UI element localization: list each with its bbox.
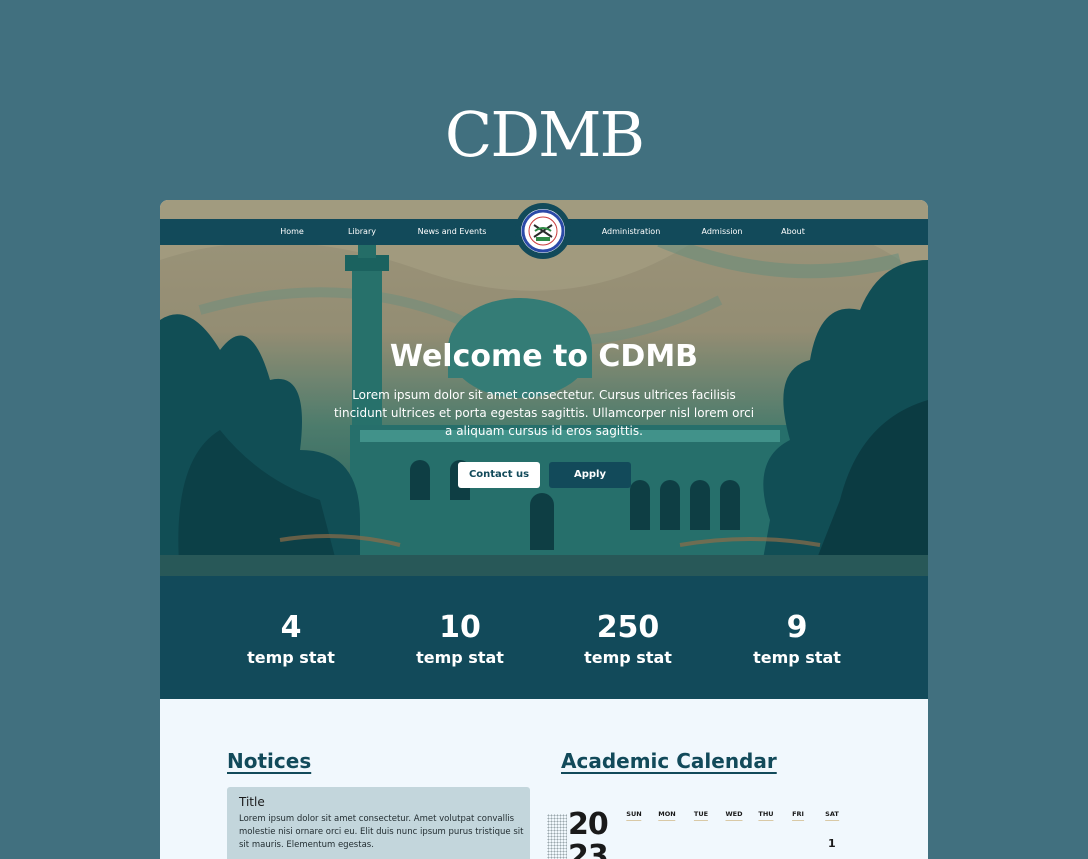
brand-title: CDMB bbox=[444, 98, 645, 171]
stat-label: temp stat bbox=[584, 648, 672, 667]
notices-heading[interactable]: Notices bbox=[227, 748, 311, 774]
calendar-day-header: SAT bbox=[825, 810, 839, 821]
stat-item: 9 temp stat bbox=[713, 608, 881, 668]
calendar-day-header: SUN bbox=[626, 810, 642, 821]
stat-label: temp stat bbox=[416, 648, 504, 667]
calendar-day-header: MON bbox=[658, 810, 676, 821]
stat-item: 4 temp stat bbox=[207, 608, 375, 668]
apply-button[interactable]: Apply bbox=[549, 462, 631, 488]
nav-news-and-events[interactable]: News and Events bbox=[418, 219, 487, 245]
stats-band: 4 temp stat 10 temp stat 250 temp stat 9… bbox=[160, 576, 928, 699]
calendar-day-header: FRI bbox=[792, 810, 804, 821]
hero-section: Home Library News and Events Administrat… bbox=[160, 200, 928, 576]
contact-us-button[interactable]: Contact us bbox=[458, 462, 540, 488]
calendar-year-top: 20 bbox=[568, 807, 609, 842]
stat-value: 4 bbox=[280, 610, 302, 645]
calendar-day-header: TUE bbox=[693, 810, 709, 821]
website-preview: Home Library News and Events Administrat… bbox=[160, 200, 928, 859]
stat-label: temp stat bbox=[753, 648, 841, 667]
logo-emblem bbox=[521, 209, 565, 253]
stat-value: 10 bbox=[439, 610, 481, 645]
stat-value: 250 bbox=[596, 610, 660, 645]
notice-body: Lorem ipsum dolor sit amet consectetur. … bbox=[239, 814, 524, 850]
notice-title: Title bbox=[239, 795, 265, 809]
calendar-day-header: THU bbox=[758, 810, 774, 821]
calendar-day-header: WED bbox=[725, 810, 743, 821]
site-logo[interactable] bbox=[515, 203, 571, 259]
notice-card[interactable]: Title Lorem ipsum dolor sit amet consect… bbox=[227, 787, 530, 859]
nav-about[interactable]: About bbox=[781, 219, 805, 245]
calendar-date-cell[interactable]: 1 bbox=[828, 837, 836, 850]
nav-home[interactable]: Home bbox=[280, 219, 304, 245]
academic-calendar-heading[interactable]: Academic Calendar bbox=[561, 748, 777, 774]
nav-administration[interactable]: Administration bbox=[602, 219, 661, 245]
hero-title: Welcome to CDMB bbox=[389, 339, 699, 374]
calendar-year-bottom: 23 bbox=[568, 839, 609, 859]
crest-icon bbox=[521, 209, 565, 253]
nav-library[interactable]: Library bbox=[348, 219, 376, 245]
nav-admission[interactable]: Admission bbox=[702, 219, 743, 245]
stat-value: 9 bbox=[786, 610, 808, 645]
stat-item: 250 temp stat bbox=[544, 608, 712, 668]
hero-description: Lorem ipsum dolor sit amet consectetur. … bbox=[333, 388, 755, 438]
stat-label: temp stat bbox=[247, 648, 335, 667]
stat-item: 10 temp stat bbox=[376, 608, 544, 668]
calendar-dot-pattern bbox=[547, 814, 567, 859]
